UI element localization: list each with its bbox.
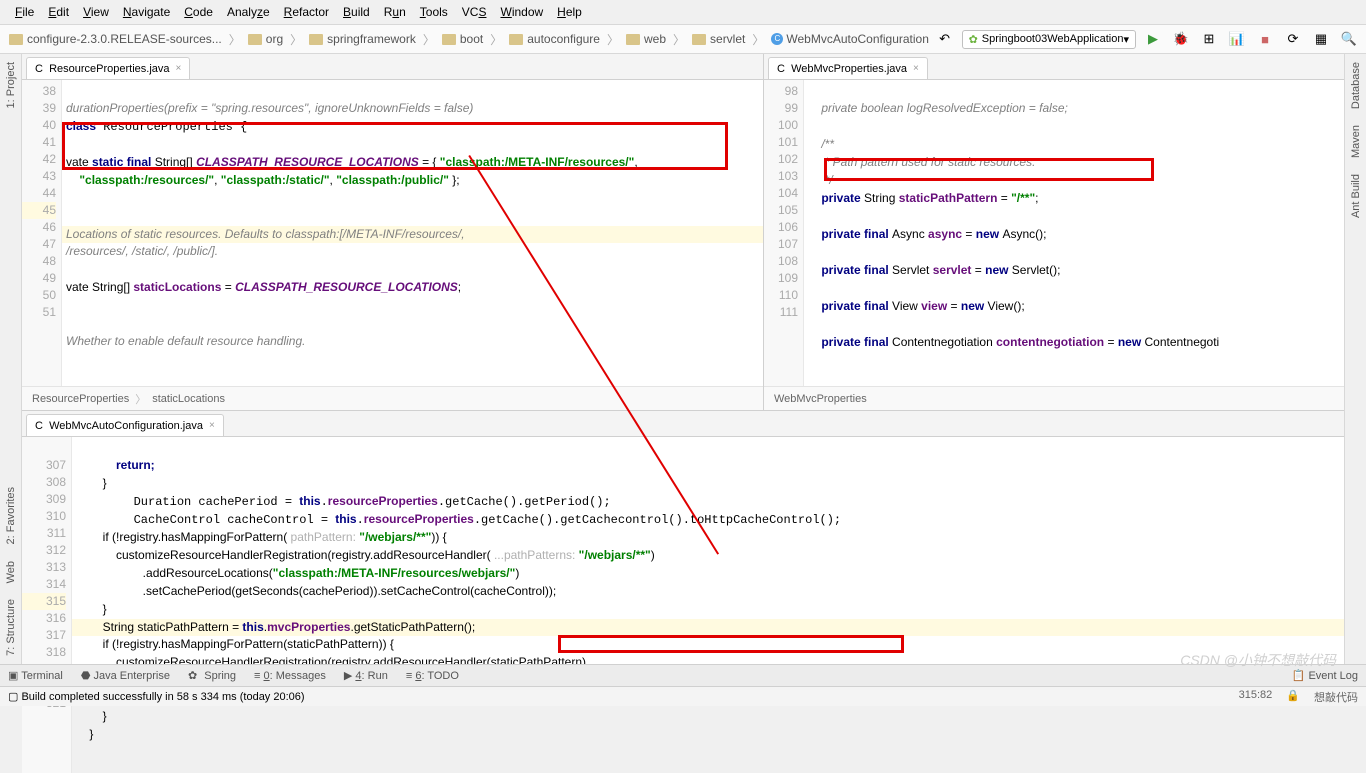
menu-file[interactable]: File (8, 5, 41, 19)
structure-button[interactable]: ▦ (1310, 28, 1332, 50)
folder-icon (309, 34, 323, 45)
tool-window-bar: ▣ Terminal ⬣ Java Enterprise ✿ Spring ≡ … (0, 664, 1366, 686)
menu-window[interactable]: Window (493, 5, 550, 19)
run-button[interactable]: ▶ (1142, 28, 1164, 50)
menu-help[interactable]: Help (550, 5, 589, 19)
editor-tab[interactable]: C WebMvcProperties.java× (768, 57, 928, 79)
caret-position: 315:82 (1239, 689, 1273, 705)
class-icon: C (777, 63, 788, 74)
tool-tab-terminal[interactable]: ▣ Terminal (8, 669, 63, 682)
menu-navigate[interactable]: Navigate (116, 5, 177, 19)
close-icon[interactable]: × (913, 63, 919, 74)
folder-icon (442, 34, 456, 45)
tool-tab-spring[interactable]: ✿ Spring (188, 669, 236, 682)
class-icon: C (771, 33, 783, 45)
right-tool-stripe: Database Maven Ant Build (1344, 54, 1366, 664)
tool-tab-database[interactable]: Database (1348, 54, 1364, 117)
news-icon[interactable]: 想敲代码 (1314, 689, 1358, 705)
code-editor[interactable]: 3839404142434445464748495051 durationPro… (22, 80, 763, 386)
menu-code[interactable]: Code (177, 5, 220, 19)
folder-icon (509, 34, 523, 45)
menu-view[interactable]: View (76, 5, 116, 19)
folder-icon (692, 34, 706, 45)
update-button[interactable]: ⟳ (1282, 28, 1304, 50)
tool-tab-project[interactable]: 1: Project (3, 54, 19, 116)
menu-edit[interactable]: Edit (41, 5, 76, 19)
left-tool-stripe: 1: Project 2: Favorites Web 7: Structure (0, 54, 22, 664)
search-everywhere-button[interactable]: 🔍 (1338, 28, 1360, 50)
menu-vcs[interactable]: VCS (455, 5, 494, 19)
line-numbers: 9899100101102103104105106107108109110111 (764, 80, 804, 386)
close-icon[interactable]: × (209, 420, 215, 431)
tool-tab-web[interactable]: Web (3, 553, 19, 591)
tool-tab-todo[interactable]: ≡ 6: TODO (406, 670, 459, 682)
tool-tab-ant[interactable]: Ant Build (1348, 166, 1364, 226)
debug-button[interactable]: 🐞 (1170, 28, 1192, 50)
menu-build[interactable]: Build (336, 5, 377, 19)
square-icon[interactable]: ▢ (8, 690, 18, 703)
menu-refactor[interactable]: Refactor (277, 5, 336, 19)
editor-panel-right: C WebMvcProperties.java× 989910010110210… (764, 54, 1344, 410)
navigation-bar: configure-2.3.0.RELEASE-sources...〉 org〉… (0, 24, 1366, 54)
editor-panel-left: C ResourceProperties.java× 3839404142434… (22, 54, 764, 410)
editor-tab[interactable]: C ResourceProperties.java× (26, 57, 190, 79)
folder-icon (248, 34, 262, 45)
folder-icon (9, 34, 23, 45)
spring-icon: ✿ (969, 33, 978, 46)
tool-tab-favorites[interactable]: 2: Favorites (3, 479, 19, 552)
close-icon[interactable]: × (176, 63, 182, 74)
status-bar: ▢ Build completed successfully in 58 s 3… (0, 686, 1366, 706)
editor-panel-bottom: C WebMvcAutoConfiguration.java× 30730830… (22, 411, 1344, 773)
editor-breadcrumb: ResourceProperties〉staticLocations (22, 386, 763, 410)
run-configuration-select[interactable]: ✿Springboot03WebApplication ▾ (962, 30, 1136, 49)
code-editor[interactable]: 9899100101102103104105106107108109110111… (764, 80, 1344, 386)
readonly-icon[interactable]: 🔒 (1286, 689, 1300, 705)
menu-run[interactable]: Run (377, 5, 413, 19)
main-menu-bar: File Edit View Navigate Code Analyze Ref… (0, 0, 1366, 24)
breadcrumb-part[interactable]: boot (439, 32, 486, 46)
folder-icon (626, 34, 640, 45)
menu-analyze[interactable]: Analyze (220, 5, 277, 19)
breadcrumb-part[interactable]: servlet (689, 32, 748, 46)
line-numbers: 3073083093103113123133143153163173183193… (22, 437, 72, 773)
code-body[interactable]: durationProperties(prefix = "spring.reso… (62, 80, 763, 386)
breadcrumb-root[interactable]: configure-2.3.0.RELEASE-sources... (6, 32, 225, 46)
profile-button[interactable]: 📊 (1226, 28, 1248, 50)
class-icon: C (35, 63, 46, 74)
coverage-button[interactable]: ⊞ (1198, 28, 1220, 50)
editor-tab[interactable]: C WebMvcAutoConfiguration.java× (26, 414, 224, 436)
breadcrumb-class[interactable]: CWebMvcAutoConfiguration (768, 32, 932, 46)
editor-breadcrumb: WebMvcProperties (764, 386, 1344, 410)
breadcrumb-part[interactable]: springframework (306, 32, 419, 46)
tool-tab-structure[interactable]: 7: Structure (3, 591, 19, 664)
code-body[interactable]: return; } Duration cachePeriod = this.re… (72, 437, 1344, 773)
tool-tab-maven[interactable]: Maven (1348, 117, 1364, 166)
menu-tools[interactable]: Tools (413, 5, 455, 19)
stop-button[interactable]: ■ (1254, 28, 1276, 50)
line-numbers: 3839404142434445464748495051 (22, 80, 62, 386)
code-body[interactable]: private boolean logResolvedException = f… (804, 80, 1344, 386)
status-message: Build completed successfully in 58 s 334… (21, 691, 304, 703)
event-log-button[interactable]: 📋 Event Log (1292, 669, 1358, 682)
tool-tab-messages[interactable]: ≡ 0: Messages (254, 670, 326, 682)
breadcrumb-part[interactable]: autoconfigure (506, 32, 603, 46)
class-icon: C (35, 420, 46, 431)
nav-back-button[interactable]: ↶ (934, 28, 956, 50)
tool-tab-java-enterprise[interactable]: ⬣ Java Enterprise (81, 669, 170, 682)
breadcrumb-part[interactable]: web (623, 32, 669, 46)
code-editor[interactable]: 3073083093103113123133143153163173183193… (22, 437, 1344, 773)
tool-tab-run[interactable]: ▶ 4: Run (344, 669, 388, 682)
breadcrumb-part[interactable]: org (245, 32, 286, 46)
